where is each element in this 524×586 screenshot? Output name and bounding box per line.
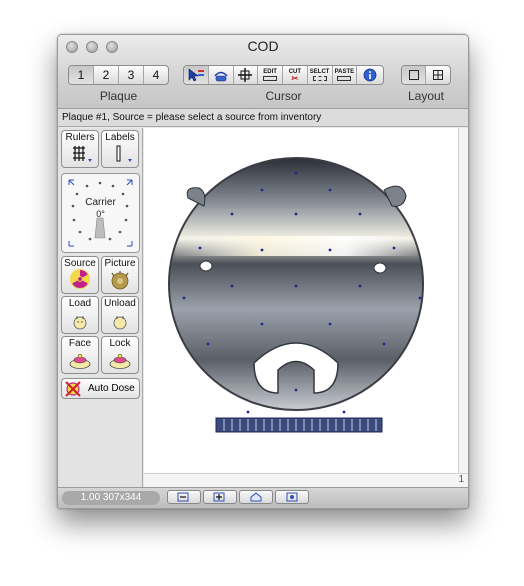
lock-plaque-icon (109, 353, 131, 369)
rulers-button[interactable]: Rulers (61, 130, 99, 168)
home-view-button[interactable] (239, 490, 273, 504)
clipboard-icon (337, 76, 352, 81)
cursor-group-label: Cursor (265, 89, 302, 103)
carrier-dial[interactable]: Carrier 0° (61, 173, 140, 253)
auto-dose-button[interactable]: Auto Dose (61, 378, 140, 399)
load-plaque-icon (73, 316, 87, 330)
plaque-3-button[interactable]: 3 (119, 66, 144, 84)
bottom-bar: 1.00 307x344 (58, 487, 468, 508)
auto-dose-icon (65, 381, 81, 397)
rulers-label: Rulers (65, 132, 95, 143)
layout-selector (401, 65, 451, 85)
scissors-icon: ✂ (291, 73, 299, 83)
plaque-image (168, 157, 424, 433)
page-number: 1 (458, 474, 464, 485)
text-cursor-icon (116, 145, 132, 162)
face-plaque-icon (69, 353, 91, 369)
source-button[interactable]: Source (61, 256, 99, 294)
plaque-selector: 1 2 3 4 (68, 65, 169, 85)
fit-view-icon (286, 492, 298, 502)
layout-group-label: Layout (407, 89, 445, 103)
move-crosshair-tool[interactable] (234, 66, 259, 84)
unload-button[interactable]: Unload (101, 296, 139, 334)
unload-label: Unload (104, 298, 136, 309)
plaque-2-button[interactable]: 2 (94, 66, 119, 84)
layout-single-button[interactable] (402, 66, 427, 84)
auto-dose-label: Auto Dose (88, 383, 135, 394)
plaque-canvas[interactable] (144, 128, 458, 473)
status-line: Plaque #1, Source = please select a sour… (58, 109, 468, 127)
marquee-icon (312, 76, 327, 81)
radiation-icon (70, 269, 90, 289)
face-label: Face (68, 338, 92, 349)
zoom-info: 1.00 307x344 (62, 491, 160, 505)
grid-icon (73, 146, 92, 162)
app-window: COD 1 2 3 4 Plaque EDIT CUT ✂ SELCT PAST… (57, 34, 469, 509)
load-button[interactable]: Load (61, 296, 99, 334)
carrier-angle: 0° (96, 209, 105, 219)
select-arrow-tool[interactable] (184, 66, 209, 84)
zoom-in-button[interactable] (203, 490, 237, 504)
zoom-out-button[interactable] (167, 490, 201, 504)
select-tool[interactable]: SELCT (308, 66, 333, 84)
cursor-tools: EDIT CUT ✂ SELCT PASTE (183, 65, 384, 85)
face-button[interactable]: Face (61, 336, 99, 374)
quad-pane-icon (433, 70, 443, 80)
paste-tool-label: PASTE (334, 69, 355, 75)
title-bar: COD 1 2 3 4 Plaque EDIT CUT ✂ SELCT PAST… (58, 35, 468, 109)
picture-label: Picture (104, 258, 136, 269)
carrier-label: Carrier (85, 197, 116, 208)
edit-tool-box (263, 76, 278, 81)
info-icon (363, 68, 377, 82)
picture-button[interactable]: Picture (101, 256, 139, 294)
edit-tool-label: EDIT (263, 69, 277, 75)
home-icon (250, 492, 262, 502)
rotate-hand-tool[interactable] (209, 66, 234, 84)
horizontal-scrollbar[interactable]: 1 (144, 473, 468, 487)
plaque-group-label: Plaque (99, 89, 138, 103)
fit-view-button[interactable] (275, 490, 309, 504)
paste-tool[interactable]: PASTE (333, 66, 358, 84)
select-arrow-icon (188, 68, 204, 82)
edit-tool[interactable]: EDIT (258, 66, 283, 84)
lock-button[interactable]: Lock (101, 336, 139, 374)
plaque-picture-icon (111, 271, 129, 290)
select-tool-label: SELCT (309, 69, 330, 75)
load-label: Load (68, 298, 92, 309)
plaque-1-button[interactable]: 1 (69, 66, 94, 84)
cut-tool[interactable]: CUT ✂ (283, 66, 308, 84)
vertical-scrollbar[interactable] (458, 128, 468, 473)
rotate-hand-icon (214, 71, 228, 82)
single-pane-icon (408, 70, 419, 80)
window-title: COD (247, 38, 279, 54)
move-crosshair-icon (238, 68, 253, 82)
unload-plaque-icon (113, 316, 127, 330)
tool-sidebar: Rulers Labels Carrier 0° Source Picture … (58, 128, 143, 490)
labels-label: Labels (105, 132, 135, 143)
plaque-4-button[interactable]: 4 (144, 66, 168, 84)
labels-button[interactable]: Labels (101, 130, 139, 168)
info-tool[interactable] (357, 66, 383, 84)
layout-quad-button[interactable] (426, 66, 450, 84)
zoom-in-icon (213, 492, 225, 502)
zoom-out-icon (177, 492, 189, 502)
lock-label: Lock (109, 338, 131, 349)
